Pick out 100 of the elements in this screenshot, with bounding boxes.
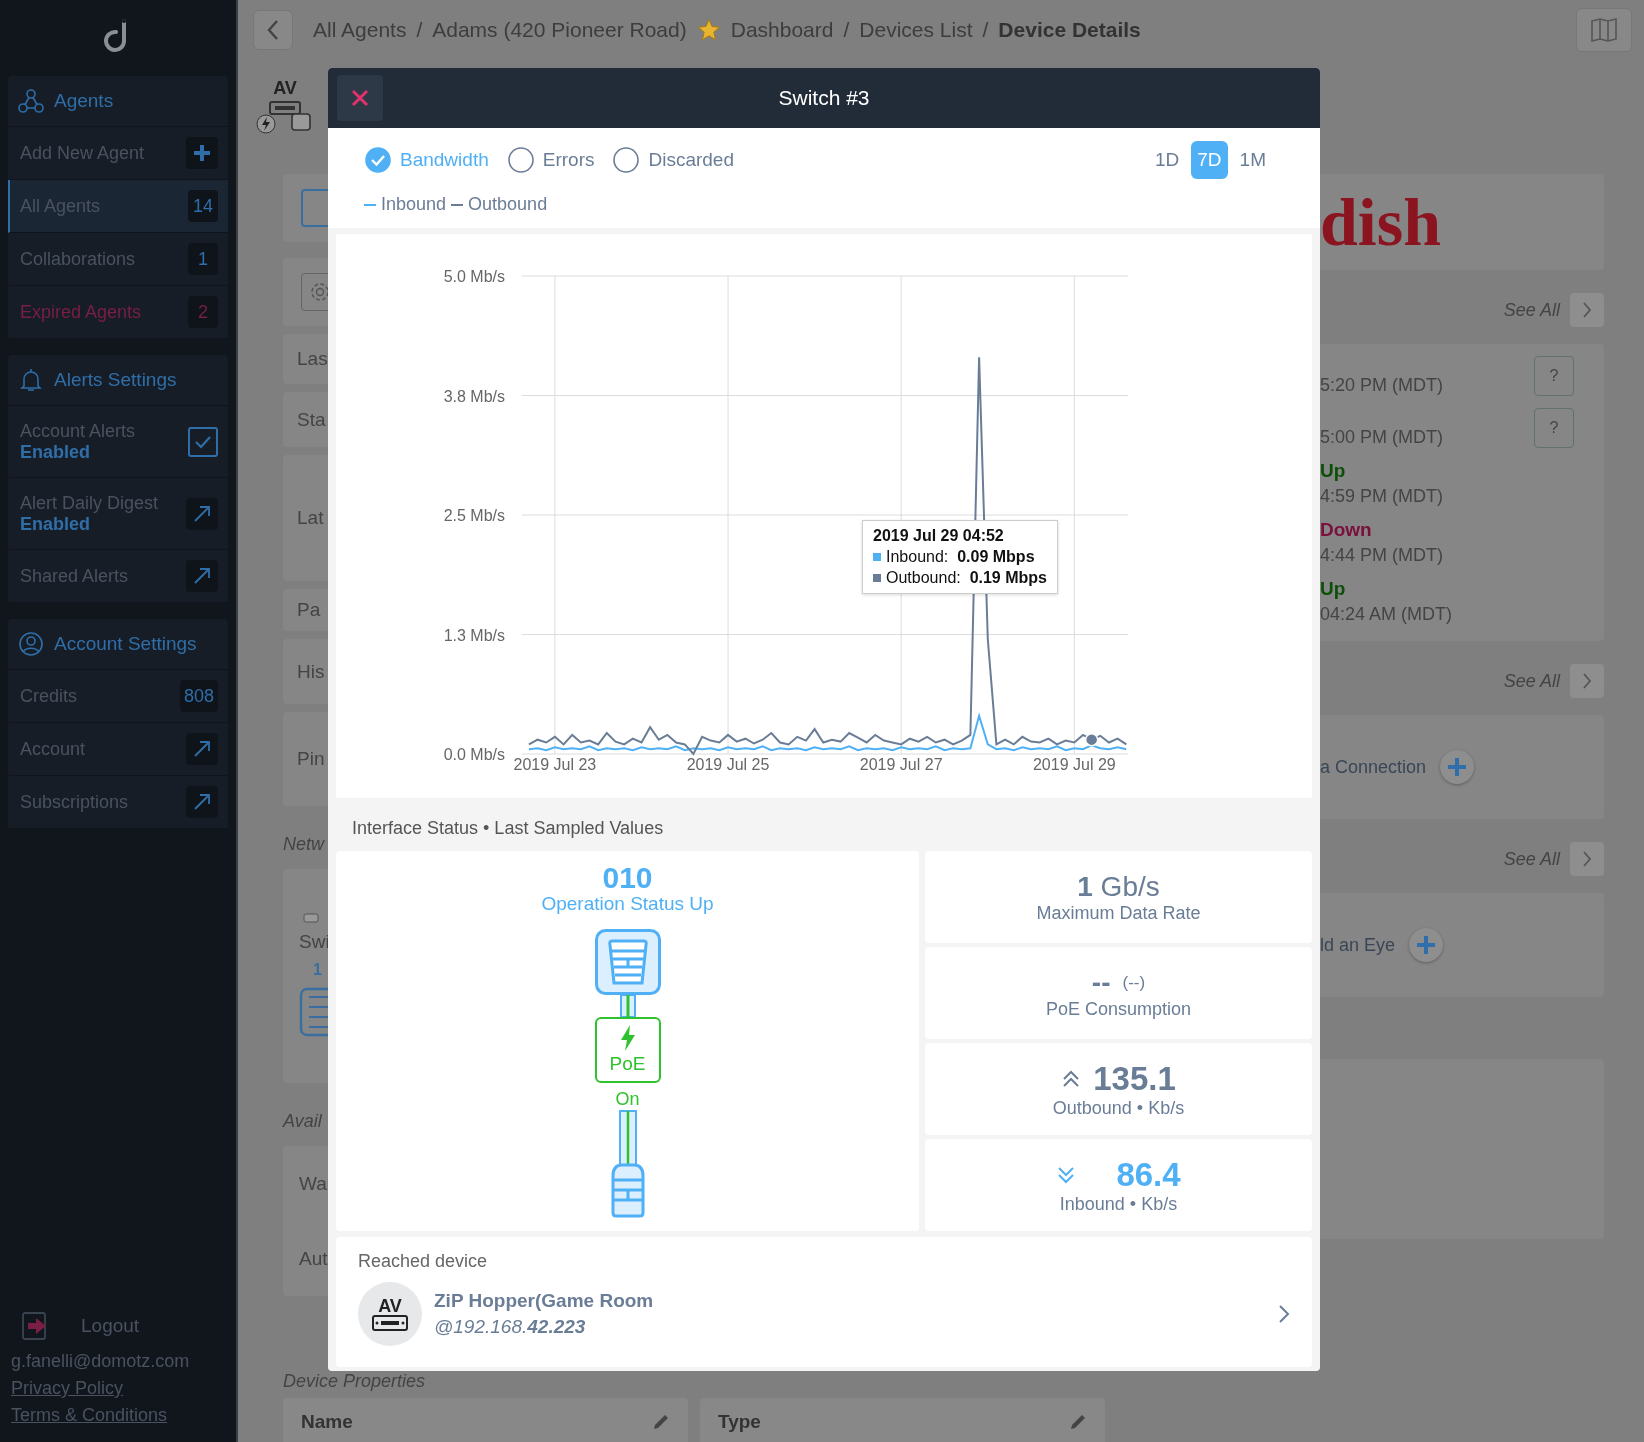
count-badge: 14 xyxy=(188,190,218,222)
event-time: 5:20 PM (MDT) xyxy=(1320,375,1443,396)
metric-label: Maximum Data Rate xyxy=(1036,902,1201,924)
section-title: Account Settings xyxy=(54,633,197,655)
legend-swatch xyxy=(873,574,881,582)
sidebar-item[interactable]: Subscriptions xyxy=(8,776,228,829)
poe-state: On xyxy=(615,1089,640,1110)
action-label: ld an Eye xyxy=(1320,934,1396,956)
sidebar-item[interactable]: Collaborations 1 xyxy=(8,233,228,286)
action-label: a Connection xyxy=(1320,756,1427,778)
pencil-icon[interactable] xyxy=(652,1413,670,1431)
breadcrumb-link[interactable]: Adams (420 Pioneer Road) xyxy=(432,18,687,42)
breadcrumb-link[interactable]: Devices List xyxy=(859,18,973,42)
external-link-button[interactable] xyxy=(186,733,218,765)
axis-label: 2.5 Mb/s xyxy=(443,507,505,524)
row-label: His xyxy=(297,660,325,683)
book-button[interactable] xyxy=(1576,8,1632,52)
external-link-button[interactable] xyxy=(186,786,218,818)
checkbox[interactable] xyxy=(188,426,218,457)
sidebar-item[interactable]: Credits 808 xyxy=(8,670,228,723)
sidebar-item[interactable]: Account xyxy=(8,723,228,776)
event-time: 5:00 PM (MDT) xyxy=(1320,427,1443,448)
metric-radio[interactable]: Discarded xyxy=(612,146,734,174)
row-label: Wa xyxy=(299,1172,327,1195)
close-button[interactable] xyxy=(337,75,383,121)
section-title: Device Properties xyxy=(283,1371,427,1392)
device-name: ZiP Hopper(Game Room xyxy=(434,1290,655,1312)
range-tab[interactable]: 7D xyxy=(1191,141,1228,179)
axis-label: 5.0 Mb/s xyxy=(443,268,505,285)
tooltip-title: 2019 Jul 29 04:52 xyxy=(873,527,1005,545)
breadcrumb-link[interactable]: Dashboard xyxy=(730,18,834,42)
row-label: Aut xyxy=(299,1247,328,1270)
metric-radio[interactable]: Bandwidth xyxy=(364,146,489,174)
see-all-link[interactable]: See All xyxy=(1503,670,1560,692)
metric-label: Inbound • Kb/s xyxy=(1059,1193,1178,1215)
range-tab[interactable]: 1D xyxy=(1149,141,1186,179)
axis-label: 2019 Jul 25 xyxy=(686,756,770,773)
sidebar-item[interactable]: Expired Agents 2 xyxy=(8,286,228,339)
chevron-right-icon xyxy=(1582,850,1592,868)
sidebar-item[interactable]: Alert Daily Digest Enabled xyxy=(8,478,228,550)
footer-link[interactable]: Terms & Conditions xyxy=(11,1405,168,1426)
arrow-icon xyxy=(192,792,212,812)
event-state: Down xyxy=(1320,519,1373,541)
next-button[interactable] xyxy=(1570,293,1604,327)
tooltip-row: Outbound: 0.19 Mbps xyxy=(886,569,1047,587)
row-label: Pa xyxy=(297,599,321,621)
help-button[interactable]: ? xyxy=(1534,356,1574,396)
breadcrumb-link[interactable]: Device Details xyxy=(998,18,1141,42)
device-avatar: AV xyxy=(358,1282,422,1346)
see-all-link[interactable]: See All xyxy=(1503,299,1560,321)
port-icon xyxy=(299,987,328,1037)
event-state: Up xyxy=(1320,460,1347,482)
status-code: 010 xyxy=(602,863,653,893)
see-all-link[interactable]: See All xyxy=(1503,848,1560,870)
axis-label: 2019 Jul 29 xyxy=(1032,756,1116,773)
event-time: 4:59 PM (MDT) xyxy=(1320,486,1443,507)
footer-link[interactable]: Privacy Policy xyxy=(11,1378,124,1399)
metric-value: 86.4 xyxy=(1116,1155,1181,1194)
back-button[interactable] xyxy=(253,10,293,50)
external-link-button[interactable] xyxy=(186,560,218,592)
add-button[interactable] xyxy=(1409,928,1444,962)
add-button[interactable] xyxy=(1440,750,1475,784)
logout-link[interactable]: Logout xyxy=(81,1315,140,1337)
metric-radio[interactable]: Errors xyxy=(506,146,595,174)
pencil-icon[interactable] xyxy=(1069,1413,1087,1431)
user-icon xyxy=(18,631,44,657)
event-time: 4:44 PM (MDT) xyxy=(1320,545,1443,566)
item-label: Credits xyxy=(20,685,77,707)
arrow-icon xyxy=(192,739,212,759)
sidebar-item[interactable]: Shared Alerts xyxy=(8,550,228,603)
breadcrumb-separator: / xyxy=(843,18,850,42)
metric-value: 135.1 xyxy=(1093,1059,1176,1098)
item-label: Account Alerts xyxy=(20,420,136,442)
axis-label: 2019 Jul 23 xyxy=(513,756,597,773)
external-link-button[interactable] xyxy=(186,497,218,530)
range-tab[interactable]: 1M xyxy=(1233,141,1272,179)
poe-label: PoE xyxy=(609,1053,646,1075)
add-button[interactable] xyxy=(186,137,218,169)
breadcrumb-link[interactable]: All Agents xyxy=(313,18,407,42)
item-label: Add New Agent xyxy=(20,142,145,164)
count-badge: 808 xyxy=(179,680,218,712)
next-button[interactable] xyxy=(1570,842,1604,876)
radio-icon xyxy=(612,146,641,174)
count-badge: 1 xyxy=(188,243,218,275)
chevron-right-icon[interactable] xyxy=(1278,1304,1290,1324)
item-label: Alert Daily Digest xyxy=(20,492,159,514)
status-label: Operation Status Up xyxy=(541,893,714,915)
port-count: 1 xyxy=(313,961,322,979)
next-button[interactable] xyxy=(1570,664,1604,698)
arrow-icon xyxy=(192,566,212,586)
axis-label: 3.8 Mb/s xyxy=(443,387,505,405)
sidebar-item[interactable]: Account Alerts Enabled xyxy=(8,406,228,478)
arrow-icon xyxy=(192,503,212,524)
chevron-right-icon xyxy=(1582,672,1592,690)
section-title: Agents xyxy=(54,90,114,112)
help-button[interactable]: ? xyxy=(1534,408,1574,448)
item-label: Shared Alerts xyxy=(20,565,129,587)
radio-icon xyxy=(506,146,535,174)
port-icon xyxy=(594,929,661,995)
plus-icon xyxy=(192,143,212,163)
